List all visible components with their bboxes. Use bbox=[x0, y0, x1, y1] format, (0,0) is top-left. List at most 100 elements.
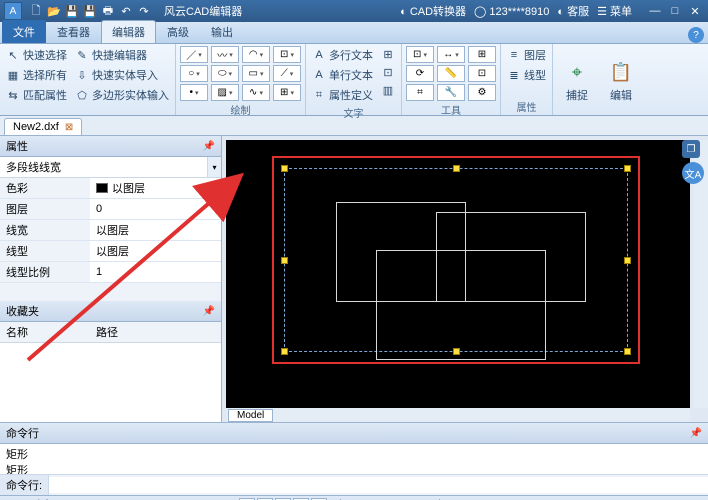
cad-converter-link[interactable]: ◐ CAD转换器 bbox=[400, 3, 466, 19]
properties-grid: 色彩以图层▾ 图层0 线宽以图层 线型以图层 线型比例1 bbox=[0, 178, 221, 283]
canvas-translate-icon[interactable]: 文A bbox=[682, 162, 704, 184]
qat-redo-icon[interactable]: ↷ bbox=[136, 3, 152, 19]
maximize-button[interactable]: □ bbox=[666, 3, 684, 19]
tab-editor[interactable]: 编辑器 bbox=[101, 20, 156, 43]
txt-icon: ⊞ bbox=[381, 47, 395, 61]
draw-line-dd[interactable]: ／▾ bbox=[180, 46, 208, 63]
tool-dd5[interactable]: 📏 bbox=[437, 65, 465, 82]
btn-text-t3[interactable]: ▥ bbox=[379, 82, 397, 98]
btn-edit[interactable]: 📋编辑 bbox=[601, 46, 641, 115]
prop-layer-value[interactable]: 0 bbox=[90, 199, 221, 219]
fav-col-path[interactable]: 路径 bbox=[90, 322, 124, 342]
prop-lw-value[interactable]: 以图层 bbox=[90, 220, 221, 240]
btn-fast-editor[interactable]: ✎快捷编辑器 bbox=[73, 46, 171, 64]
draw-spline-dd[interactable]: ∿▾ bbox=[242, 84, 270, 101]
draw-dd4[interactable]: ⊡▾ bbox=[273, 46, 301, 63]
handle-sw[interactable] bbox=[281, 348, 288, 355]
prop-lt-value[interactable]: 以图层 bbox=[90, 241, 221, 261]
support-link[interactable]: ◐ 客服 bbox=[557, 3, 589, 19]
btn-fast-select[interactable]: ↖快速选择 bbox=[4, 46, 69, 64]
workspace: 属性📌 多段线线宽▾ 色彩以图层▾ 图层0 线宽以图层 线型以图层 线型比例1 … bbox=[0, 136, 708, 422]
handle-n[interactable] bbox=[453, 165, 460, 172]
handle-ne[interactable] bbox=[624, 165, 631, 172]
btn-mtext[interactable]: A多行文本 bbox=[310, 46, 375, 64]
qat-new-icon[interactable]: 🗋 bbox=[28, 3, 44, 19]
handle-se[interactable] bbox=[624, 348, 631, 355]
prop-ls-value[interactable]: 1 bbox=[90, 262, 221, 282]
tab-viewer[interactable]: 查看器 bbox=[46, 20, 101, 43]
command-input[interactable] bbox=[49, 477, 708, 493]
minimize-button[interactable]: — bbox=[646, 3, 664, 19]
doc-tab-close-icon[interactable]: ⊠ bbox=[65, 122, 73, 133]
draw-hatch-dd[interactable]: ▨▾ bbox=[211, 84, 239, 101]
group-label-layers: 属性 bbox=[505, 98, 548, 115]
command-label: 命令行: bbox=[0, 475, 49, 495]
draw-polyline-dd[interactable]: 〰▾ bbox=[211, 46, 239, 63]
tool-dd4[interactable]: ⟳ bbox=[406, 65, 434, 82]
editor-icon: ✎ bbox=[75, 48, 89, 62]
fav-col-name[interactable]: 名称 bbox=[0, 322, 90, 342]
btn-attrdef[interactable]: ⌗属性定义 bbox=[310, 86, 375, 104]
menu-link[interactable]: ☰ 菜单 bbox=[597, 3, 632, 19]
draw-dd12[interactable]: ⊞▾ bbox=[273, 84, 301, 101]
qat-saveas-icon[interactable]: 💾 bbox=[82, 3, 98, 19]
draw-rect-dd[interactable]: ▭▾ bbox=[242, 65, 270, 82]
btn-linetype[interactable]: ≣线型 bbox=[505, 66, 548, 84]
btn-match-prop[interactable]: ⇆匹配属性 bbox=[4, 86, 69, 104]
handle-e[interactable] bbox=[624, 257, 631, 264]
drawing-canvas[interactable] bbox=[226, 140, 690, 408]
tool-dd6[interactable]: ⊡ bbox=[468, 65, 496, 82]
btn-snap[interactable]: ⌖捕捉 bbox=[557, 46, 597, 115]
help-icon[interactable]: ? bbox=[688, 27, 704, 43]
draw-circle-dd[interactable]: ○▾ bbox=[180, 65, 208, 82]
h-scrollbar[interactable]: Model bbox=[226, 408, 690, 422]
handle-w[interactable] bbox=[281, 257, 288, 264]
tool-dd1[interactable]: ⊡▾ bbox=[406, 46, 434, 63]
stext-icon: A bbox=[312, 68, 326, 82]
ribbon-tabs: 文件 查看器 编辑器 高级 输出 ? bbox=[0, 22, 708, 44]
doc-tab-active[interactable]: New2.dxf ⊠ bbox=[4, 118, 82, 135]
tool-dd3[interactable]: ⊞ bbox=[468, 46, 496, 63]
pin-icon-2[interactable]: 📌 bbox=[203, 306, 215, 317]
btn-text-t1[interactable]: ⊞ bbox=[379, 46, 397, 62]
tab-advanced[interactable]: 高级 bbox=[156, 20, 200, 43]
command-history: 矩形 矩形 bbox=[0, 444, 708, 474]
object-type-combo[interactable]: 多段线线宽▾ bbox=[0, 157, 221, 178]
prop-color-value[interactable]: 以图层▾ bbox=[90, 178, 221, 198]
btn-layer[interactable]: ≡图层 bbox=[505, 46, 548, 64]
left-panels: 属性📌 多段线线宽▾ 色彩以图层▾ 图层0 线宽以图层 线型以图层 线型比例1 … bbox=[0, 136, 222, 422]
qat-undo-icon[interactable]: ↶ bbox=[118, 3, 134, 19]
attr-icon: ⌗ bbox=[312, 88, 326, 102]
ribbon-group-text: A多行文本 A单行文本 ⌗属性定义 ⊞ ⊡ ▥ 文字 bbox=[306, 44, 402, 115]
tool-dd7[interactable]: ⌗ bbox=[406, 84, 434, 101]
handle-nw[interactable] bbox=[281, 165, 288, 172]
pin-icon[interactable]: 📌 bbox=[203, 141, 215, 152]
pin-icon-3[interactable]: 📌 bbox=[690, 428, 702, 439]
qat-save-icon[interactable]: 💾 bbox=[64, 3, 80, 19]
canvas-restore-icon[interactable]: ❐ bbox=[682, 140, 700, 158]
btn-stext[interactable]: A单行文本 bbox=[310, 66, 375, 84]
btn-select-all[interactable]: ▦选择所有 bbox=[4, 66, 69, 84]
rect-3[interactable] bbox=[376, 250, 546, 360]
model-tab[interactable]: Model bbox=[228, 409, 273, 422]
tool-dd9[interactable]: ⚙ bbox=[468, 84, 496, 101]
user-label[interactable]: ◯ 123****8910 bbox=[474, 5, 549, 18]
btn-poly-input[interactable]: ⬠多边形实体输入 bbox=[73, 86, 171, 104]
close-button[interactable]: ✕ bbox=[686, 3, 704, 19]
tab-output[interactable]: 输出 bbox=[200, 20, 244, 43]
cmd-line-1: 矩形 bbox=[6, 446, 702, 462]
draw-ellipse-dd[interactable]: ⬭▾ bbox=[211, 65, 239, 82]
ribbon: ↖快速选择 ▦选择所有 ⇆匹配属性 ✎快捷编辑器 ⇩快速实体导入 ⬠多边形实体输… bbox=[0, 44, 708, 116]
qat-print-icon[interactable]: 🖶 bbox=[100, 3, 116, 19]
tool-dd2[interactable]: ↔▾ bbox=[437, 46, 465, 63]
qat-open-icon[interactable]: 📂 bbox=[46, 3, 62, 19]
tool-dd8[interactable]: 🔧 bbox=[437, 84, 465, 101]
txt2-icon: ⊡ bbox=[381, 65, 395, 79]
tab-file[interactable]: 文件 bbox=[2, 20, 46, 43]
draw-point-dd[interactable]: •▾ bbox=[180, 84, 208, 101]
btn-text-t2[interactable]: ⊡ bbox=[379, 64, 397, 80]
prop-lw-key: 线宽 bbox=[0, 220, 90, 240]
draw-arc-dd[interactable]: ◠▾ bbox=[242, 46, 270, 63]
draw-dd8[interactable]: ⟋▾ bbox=[273, 65, 301, 82]
btn-fast-import[interactable]: ⇩快速实体导入 bbox=[73, 66, 171, 84]
